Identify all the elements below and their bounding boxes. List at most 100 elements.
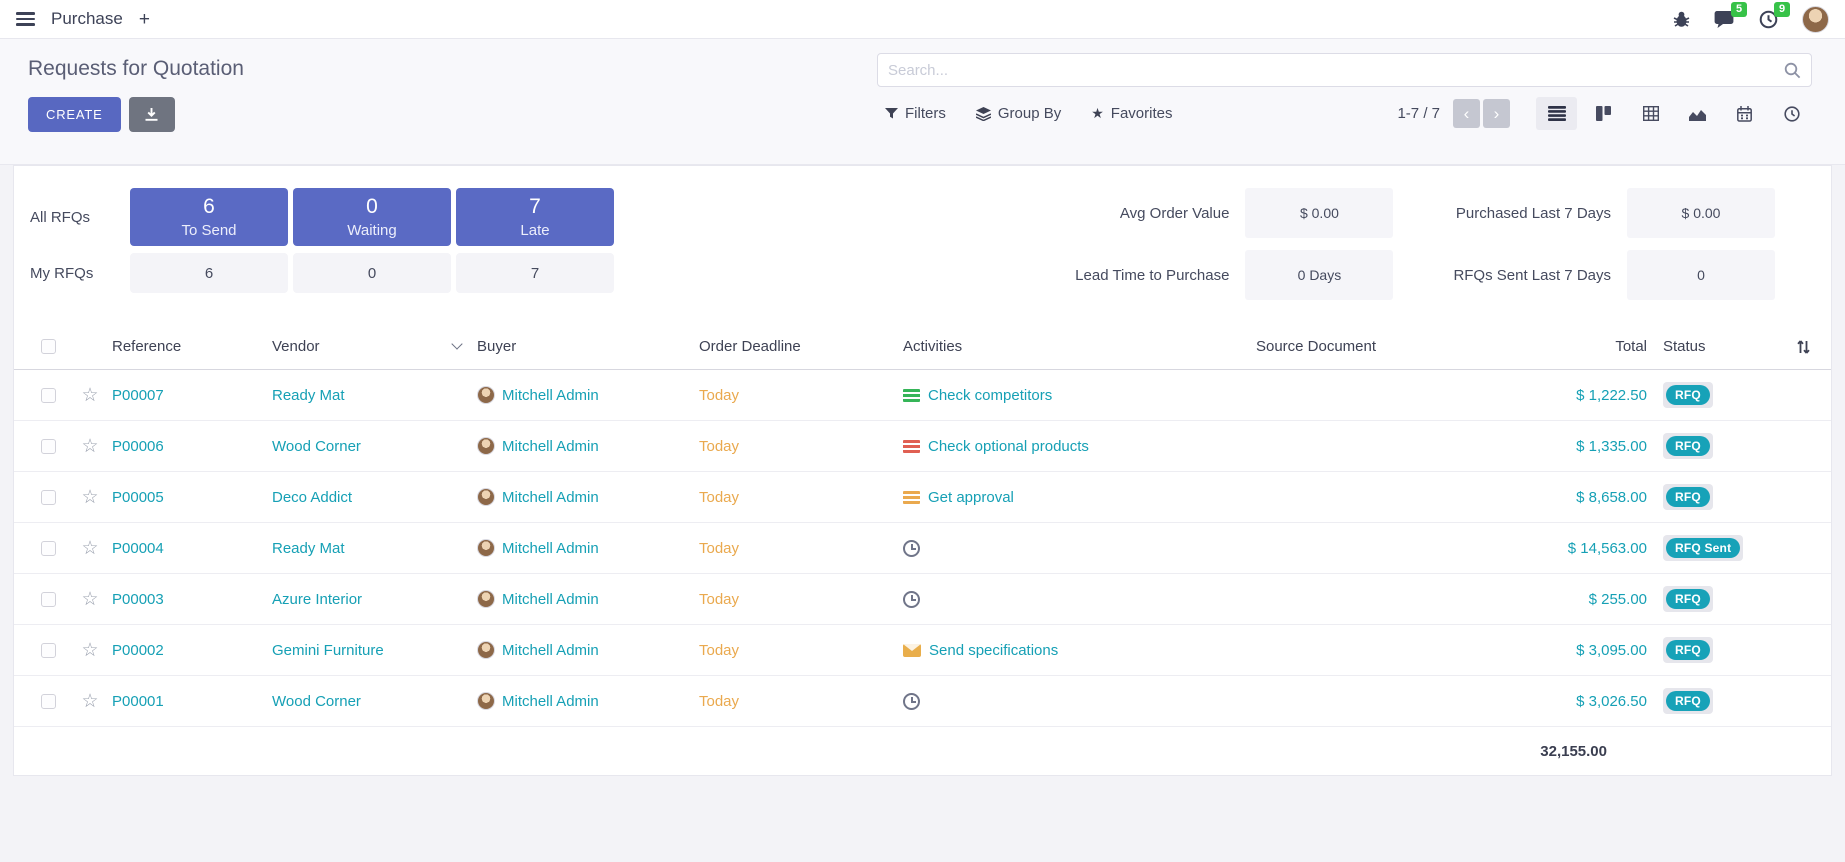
kpi-my-late[interactable]: 7	[456, 253, 614, 293]
column-header-total[interactable]: Total	[1489, 324, 1647, 369]
activity-icon[interactable]	[903, 540, 920, 557]
total-amount: $ 1,335.00	[1489, 421, 1647, 471]
buyer-link[interactable]: Mitchell Admin	[502, 540, 599, 557]
column-header-order-deadline[interactable]: Order Deadline	[699, 324, 903, 369]
search-input[interactable]	[888, 62, 1784, 79]
reference-link[interactable]: P00001	[112, 676, 272, 726]
activity-link[interactable]: Get approval	[928, 489, 1014, 506]
column-header-reference[interactable]: Reference	[112, 324, 272, 369]
graph-view-button[interactable]	[1677, 97, 1718, 130]
row-checkbox[interactable]	[41, 694, 56, 709]
vendor-link[interactable]: Wood Corner	[272, 421, 477, 471]
activity-icon[interactable]	[903, 440, 920, 453]
buyer-link[interactable]: Mitchell Admin	[502, 693, 599, 710]
pager-prev-button[interactable]: ‹	[1453, 99, 1480, 128]
kpi-late[interactable]: 7 Late	[456, 188, 614, 246]
kanban-view-button[interactable]	[1583, 97, 1624, 130]
favorite-star-icon[interactable]: ☆	[81, 692, 98, 711]
table-row[interactable]: ☆ P00003 Azure Interior Mitchell Admin T…	[14, 574, 1831, 625]
buyer-link[interactable]: Mitchell Admin	[502, 591, 599, 608]
source-document	[1143, 472, 1489, 522]
row-checkbox[interactable]	[41, 439, 56, 454]
buyer-link[interactable]: Mitchell Admin	[502, 489, 599, 506]
vendor-link[interactable]: Gemini Furniture	[272, 625, 477, 675]
column-header-buyer[interactable]: Buyer	[477, 324, 699, 369]
reference-link[interactable]: P00006	[112, 421, 272, 471]
pager-next-button[interactable]: ›	[1483, 99, 1510, 128]
user-avatar[interactable]	[1802, 6, 1829, 33]
kpi-my-to-send[interactable]: 6	[130, 253, 288, 293]
favorite-star-icon[interactable]: ☆	[81, 590, 98, 609]
vendor-link[interactable]: Ready Mat	[272, 370, 477, 420]
column-header-status[interactable]: Status	[1647, 324, 1775, 369]
column-header-source-document[interactable]: Source Document	[1143, 324, 1489, 369]
buyer-avatar	[477, 488, 495, 506]
activity-link[interactable]: Check competitors	[928, 387, 1052, 404]
row-checkbox[interactable]	[41, 490, 56, 505]
debug-bug-icon[interactable]	[1673, 11, 1690, 28]
buyer-link[interactable]: Mitchell Admin	[502, 438, 599, 455]
status-badge: RFQ Sent	[1663, 535, 1743, 561]
create-button[interactable]: CREATE	[28, 97, 121, 132]
list-view-button[interactable]	[1536, 97, 1577, 130]
activity-icon[interactable]	[903, 389, 920, 402]
kpi-my-waiting[interactable]: 0	[293, 253, 451, 293]
row-checkbox[interactable]	[41, 643, 56, 658]
activity-icon[interactable]	[903, 644, 921, 657]
buyer-link[interactable]: Mitchell Admin	[502, 387, 599, 404]
filters-button[interactable]: Filters	[885, 105, 946, 122]
table-row[interactable]: ☆ P00007 Ready Mat Mitchell Admin Today …	[14, 370, 1831, 421]
column-header-activities[interactable]: Activities	[903, 324, 1143, 369]
column-header-vendor[interactable]: Vendor	[272, 324, 477, 369]
reference-link[interactable]: P00005	[112, 472, 272, 522]
messages-icon[interactable]: 5	[1714, 10, 1735, 29]
row-checkbox[interactable]	[41, 592, 56, 607]
vendor-link[interactable]: Ready Mat	[272, 523, 477, 573]
favorite-star-icon[interactable]: ☆	[81, 641, 98, 660]
reference-link[interactable]: P00003	[112, 574, 272, 624]
table-row[interactable]: ☆ P00006 Wood Corner Mitchell Admin Toda…	[14, 421, 1831, 472]
activities-clock-icon[interactable]: 9	[1759, 10, 1778, 29]
table-row[interactable]: ☆ P00004 Ready Mat Mitchell Admin Today …	[14, 523, 1831, 574]
activity-icon[interactable]	[903, 491, 920, 504]
table-row[interactable]: ☆ P00001 Wood Corner Mitchell Admin Toda…	[14, 676, 1831, 727]
app-name[interactable]: Purchase	[51, 9, 123, 29]
reference-link[interactable]: P00007	[112, 370, 272, 420]
optional-columns-button[interactable]	[1775, 324, 1831, 369]
pivot-view-button[interactable]	[1630, 97, 1671, 130]
stat-avg-order-value: $ 0.00	[1245, 188, 1393, 238]
activity-icon[interactable]	[903, 591, 920, 608]
buyer-link[interactable]: Mitchell Admin	[502, 642, 599, 659]
table-row[interactable]: ☆ P00002 Gemini Furniture Mitchell Admin…	[14, 625, 1831, 676]
search-icon[interactable]	[1784, 62, 1801, 79]
reference-link[interactable]: P00004	[112, 523, 272, 573]
source-document	[1143, 370, 1489, 420]
favorite-star-icon[interactable]: ☆	[81, 386, 98, 405]
activity-link[interactable]: Check optional products	[928, 438, 1089, 455]
favorite-star-icon[interactable]: ☆	[81, 488, 98, 507]
group-by-button[interactable]: Group By	[976, 105, 1061, 122]
kpi-to-send[interactable]: 6 To Send	[130, 188, 288, 246]
vendor-link[interactable]: Wood Corner	[272, 676, 477, 726]
vendor-link[interactable]: Azure Interior	[272, 574, 477, 624]
calendar-view-button[interactable]	[1724, 97, 1765, 130]
export-button[interactable]	[129, 97, 175, 132]
apps-menu-icon[interactable]	[16, 12, 35, 26]
kpi-waiting[interactable]: 0 Waiting	[293, 188, 451, 246]
favorite-star-icon[interactable]: ☆	[81, 437, 98, 456]
activity-link[interactable]: Send specifications	[929, 642, 1058, 659]
activity-icon[interactable]	[903, 693, 920, 710]
row-checkbox[interactable]	[41, 541, 56, 556]
row-checkbox[interactable]	[41, 388, 56, 403]
vendor-link[interactable]: Deco Addict	[272, 472, 477, 522]
favorites-button[interactable]: ★ Favorites	[1091, 105, 1172, 122]
activity-view-button[interactable]	[1771, 97, 1812, 130]
table-footer: 32,155.00	[14, 727, 1831, 775]
reference-link[interactable]: P00002	[112, 625, 272, 675]
favorite-star-icon[interactable]: ☆	[81, 539, 98, 558]
stat-avg-order-label: Avg Order Value	[1075, 205, 1229, 222]
sort-chevron-down-icon[interactable]	[451, 338, 462, 349]
table-row[interactable]: ☆ P00005 Deco Addict Mitchell Admin Toda…	[14, 472, 1831, 523]
select-all-checkbox[interactable]	[41, 339, 56, 354]
plus-icon[interactable]: +	[139, 10, 150, 29]
